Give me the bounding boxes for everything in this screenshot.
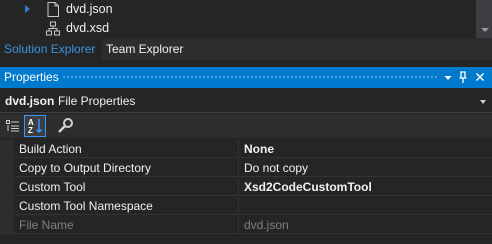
row-gutter	[0, 159, 14, 178]
tree-scrollbar[interactable]	[476, 0, 492, 38]
property-pages-icon[interactable]	[55, 116, 75, 136]
row-gutter	[0, 216, 14, 235]
property-value-copy-to-output[interactable]: Do not copy	[240, 159, 492, 177]
row-gutter	[0, 197, 14, 216]
chevron-down-icon[interactable]	[480, 100, 486, 104]
selected-object-type: File Properties	[58, 94, 136, 108]
property-name: Copy to Output Directory	[14, 159, 239, 177]
selected-object-name: dvd.json	[5, 94, 55, 108]
property-value-custom-tool-namespace[interactable]	[240, 197, 492, 215]
tree-item-dvd-json[interactable]: dvd.json	[0, 0, 476, 19]
property-value-file-name: dvd.json	[240, 216, 492, 234]
property-row-custom-tool-namespace[interactable]: Custom Tool Namespace	[0, 197, 492, 216]
scroll-down-arrow-icon[interactable]	[481, 28, 489, 32]
close-icon[interactable]	[473, 69, 487, 85]
property-value-custom-tool[interactable]: Xsd2CodeCustomTool	[240, 178, 492, 196]
object-selector-dropdown[interactable]: dvd.json File Properties	[0, 90, 492, 113]
properties-title-bar[interactable]: Properties	[0, 67, 492, 88]
tree-item-dvd-xsd[interactable]: dvd.xsd	[0, 19, 476, 38]
row-gutter	[0, 178, 14, 197]
tool-window-tabs: Solution Explorer Team Explorer	[0, 38, 492, 60]
expand-arrow-icon[interactable]	[25, 5, 30, 13]
solution-explorer-tree: dvd.json dvd.xsd	[0, 0, 492, 38]
json-file-icon	[47, 2, 59, 17]
property-row-build-action[interactable]: Build Action None	[0, 140, 492, 159]
tab-solution-explorer[interactable]: Solution Explorer	[0, 38, 102, 60]
property-row-copy-to-output[interactable]: Copy to Output Directory Do not copy	[0, 159, 492, 178]
properties-toolbar: A Z	[0, 114, 492, 138]
property-name: Custom Tool	[14, 178, 239, 196]
tab-team-explorer[interactable]: Team Explorer	[102, 38, 187, 60]
pin-icon[interactable]	[456, 69, 470, 85]
tree-item-label: dvd.xsd	[66, 21, 110, 35]
dropdown-menu-icon[interactable]	[441, 69, 455, 85]
property-grid: Build Action None Copy to Output Directo…	[0, 140, 492, 244]
xsd-schema-icon	[46, 21, 60, 36]
visual-studio-panel: dvd.json dvd.xsd Solution Explorer Team …	[0, 0, 492, 244]
property-row-file-name[interactable]: File Name dvd.json	[0, 216, 492, 235]
property-name: Custom Tool Namespace	[14, 197, 239, 215]
alphabetical-view-icon[interactable]: A Z	[24, 115, 46, 137]
property-name: File Name	[14, 216, 239, 234]
svg-text:Z: Z	[28, 126, 33, 135]
property-value-build-action[interactable]: None	[240, 140, 492, 158]
row-gutter	[0, 140, 14, 159]
property-name: Build Action	[14, 140, 239, 158]
categorized-view-icon[interactable]	[3, 116, 23, 136]
property-row-custom-tool[interactable]: Custom Tool Xsd2CodeCustomTool	[0, 178, 492, 197]
title-grip	[62, 75, 437, 80]
tree-item-label: dvd.json	[66, 2, 113, 16]
properties-title: Properties	[4, 70, 59, 84]
